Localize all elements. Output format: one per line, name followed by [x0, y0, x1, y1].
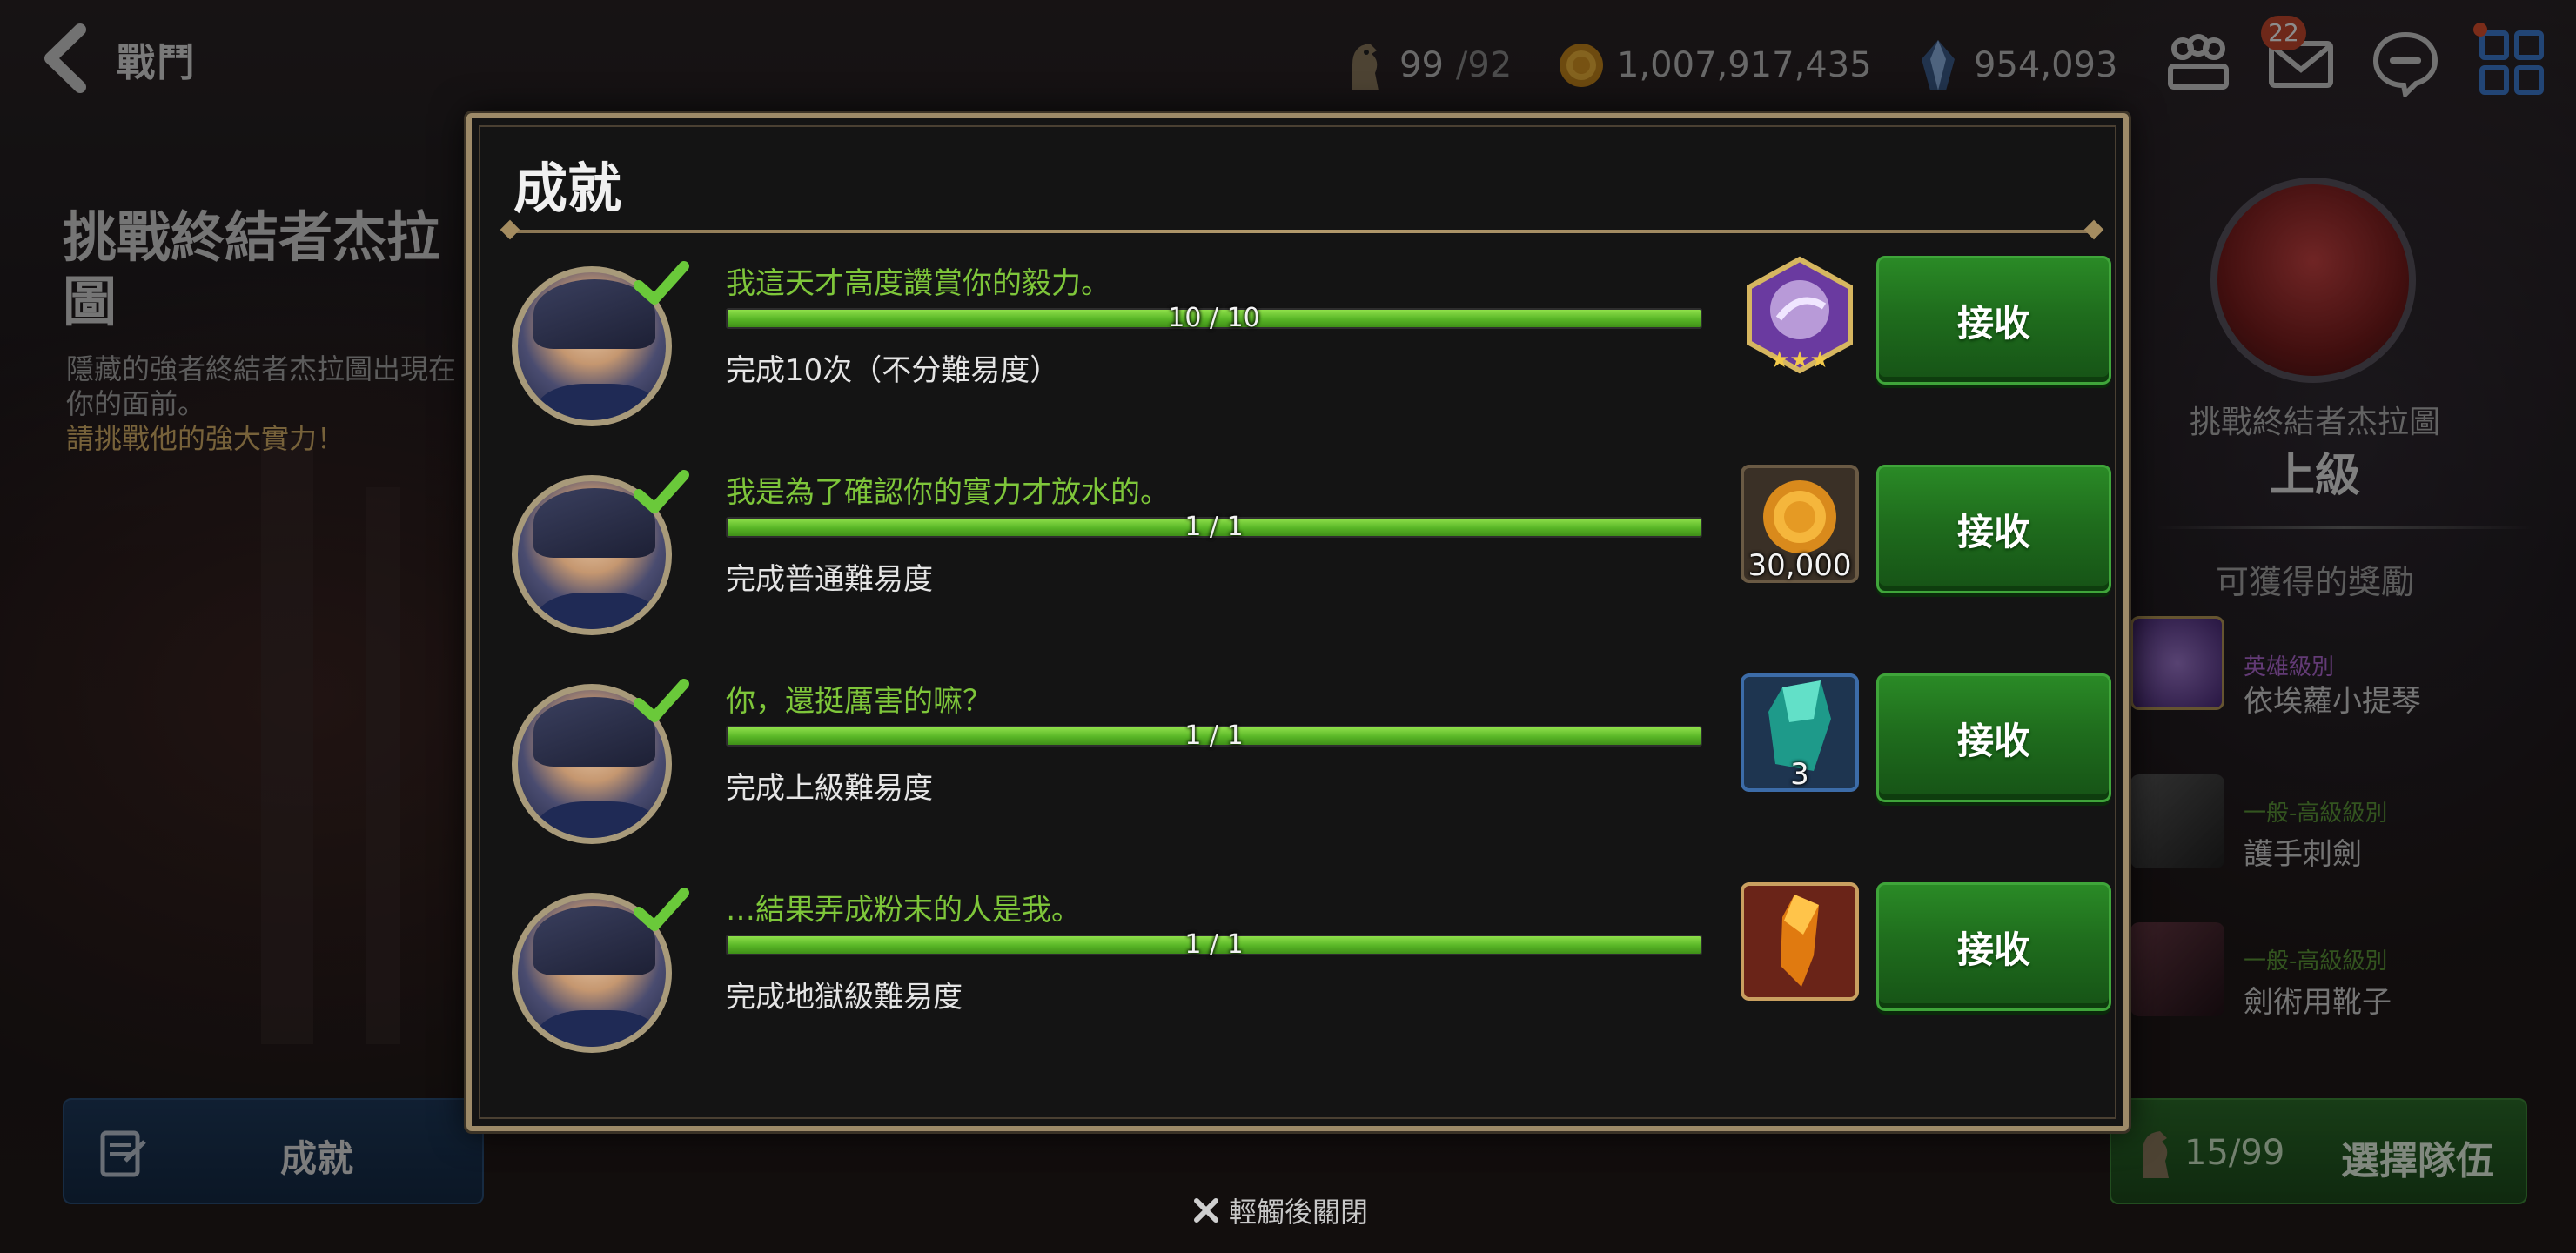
achievement-row: 你，還挺厲害的嘛？ 1 / 1 完成上級難易度 3 接收 [503, 665, 2111, 874]
check-icon [634, 679, 689, 722]
reward-quantity: 3 [1790, 757, 1809, 792]
progress-text: 1 / 1 [1184, 929, 1244, 960]
reward-quantity: 30,000 [1748, 548, 1852, 583]
achievement-name: …結果弄成粉末的人是我。 [726, 893, 1081, 928]
achievement-row: 我這天才高度讚賞你的毅力。 10 / 10 完成10次（不分難易度） ★★★ 接… [503, 247, 2111, 456]
close-hint[interactable]: 輕觸後關閉 [1192, 1189, 1368, 1232]
achievement-condition: 完成10次（不分難易度） [726, 353, 1060, 388]
claim-button[interactable]: 接收 [1876, 882, 2111, 1011]
achievement-row: …結果弄成粉末的人是我。 1 / 1 完成地獄級難易度 接收 [503, 874, 2111, 1082]
achievement-condition: 完成上級難易度 [726, 771, 933, 806]
close-hint-label: 輕觸後關閉 [1229, 1196, 1369, 1229]
check-icon [634, 888, 689, 931]
check-icon [634, 261, 689, 305]
achievement-condition: 完成普通難易度 [726, 562, 933, 597]
modal-divider [506, 230, 2097, 233]
achievement-row: 我是為了確認你的實力才放水的。 1 / 1 完成普通難易度 30,000 接收 [503, 456, 2111, 665]
achievement-modal: 成就 我這天才高度讚賞你的毅力。 10 / 10 完成10次（不分難易度） ★★… [466, 113, 2129, 1131]
hero-violin-icon[interactable]: ★★★ [1741, 256, 1859, 374]
progress-text: 1 / 1 [1184, 720, 1244, 751]
check-icon [634, 470, 689, 513]
achievement-condition: 完成地獄級難易度 [726, 980, 963, 1015]
close-icon [1194, 1198, 1218, 1223]
progress-text: 10 / 10 [1168, 303, 1260, 333]
achievement-name: 我這天才高度讚賞你的毅力。 [726, 266, 1110, 301]
svg-text:★★★: ★★★ [1769, 347, 1830, 373]
achievement-name: 我是為了確認你的實力才放水的。 [726, 475, 1170, 510]
modal-title: 成就 [513, 157, 622, 220]
claim-button[interactable]: 接收 [1876, 256, 2111, 385]
orange-crystal-icon[interactable] [1741, 882, 1859, 1001]
claim-button[interactable]: 接收 [1876, 673, 2111, 802]
claim-button[interactable]: 接收 [1876, 465, 2111, 593]
achievement-name: 你，還挺厲害的嘛？ [726, 684, 992, 719]
progress-text: 1 / 1 [1184, 512, 1244, 542]
